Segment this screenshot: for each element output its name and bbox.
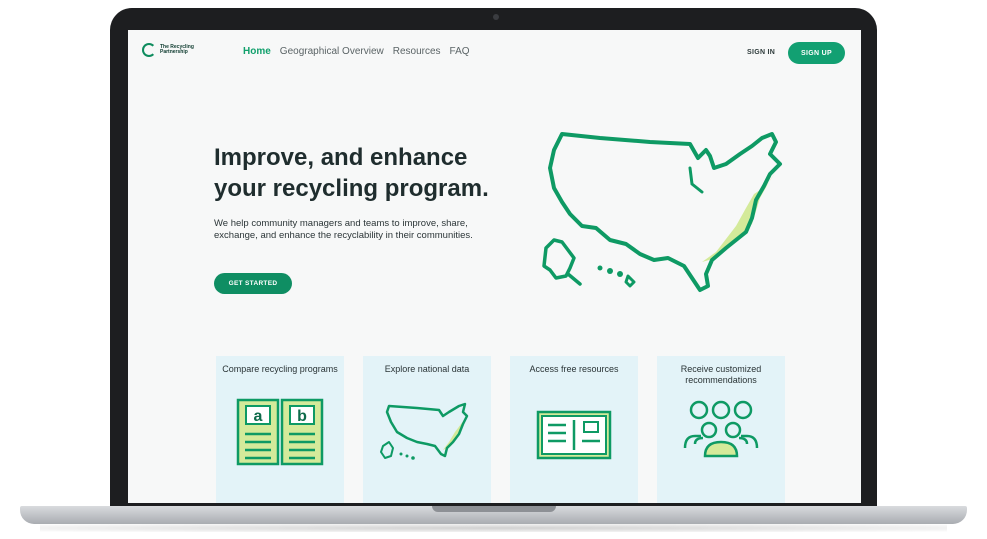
camera-icon — [493, 14, 499, 20]
hero-title-line-2: your recycling program. — [214, 175, 489, 202]
get-started-button[interactable]: GET STARTED — [214, 273, 292, 294]
letter-b: b — [297, 408, 307, 425]
sign-in-link[interactable]: SIGN IN — [747, 49, 775, 56]
nav-item-faq[interactable]: FAQ — [450, 46, 470, 57]
card-recommendations[interactable]: Receive customized recommendations — [657, 356, 785, 503]
laptop-frame: The Recycling Partnership Home Geographi… — [0, 0, 987, 539]
feature-cards: Compare recycling programs a b Explore n… — [216, 356, 785, 503]
card-title: Explore national data — [384, 364, 470, 374]
hero-description: We help community managers and teams to … — [214, 218, 473, 241]
top-navbar: The Recycling Partnership Home Geographi… — [128, 30, 861, 76]
card-title: Access free resources — [529, 364, 619, 374]
hero-title: Improve, and enhance your recycling prog… — [214, 142, 544, 204]
people-group-icon — [683, 400, 759, 458]
laptop-shadow — [40, 524, 947, 532]
main-menu: Home Geographical Overview Resources FAQ — [243, 46, 470, 57]
recycling-logo-icon — [142, 43, 156, 57]
laptop-notch — [432, 506, 556, 512]
card-title: Receive customized recommendations — [680, 364, 762, 385]
hero-title-line-1: Improve, and enhance — [214, 144, 468, 171]
nav-item-home[interactable]: Home — [243, 46, 271, 57]
compare-documents-icon: a b — [236, 398, 324, 466]
us-map-icon — [542, 132, 782, 292]
nav-item-resources[interactable]: Resources — [393, 46, 441, 57]
website-screen: The Recycling Partnership Home Geographi… — [128, 30, 861, 503]
card-compare-programs[interactable]: Compare recycling programs a b — [216, 356, 344, 503]
card-title: Compare recycling programs — [222, 364, 338, 374]
brand-logo[interactable]: The Recycling Partnership — [142, 43, 200, 57]
card-free-resources[interactable]: Access free resources — [510, 356, 638, 503]
sign-up-button[interactable]: SIGN UP — [788, 42, 845, 64]
letter-a: a — [254, 408, 263, 425]
nav-item-geographical-overview[interactable]: Geographical Overview — [280, 46, 384, 57]
card-explore-data[interactable]: Explore national data — [363, 356, 491, 503]
brand-name: The Recycling Partnership — [160, 44, 194, 55]
resources-board-icon — [536, 410, 612, 460]
us-map-icon — [380, 402, 469, 460]
